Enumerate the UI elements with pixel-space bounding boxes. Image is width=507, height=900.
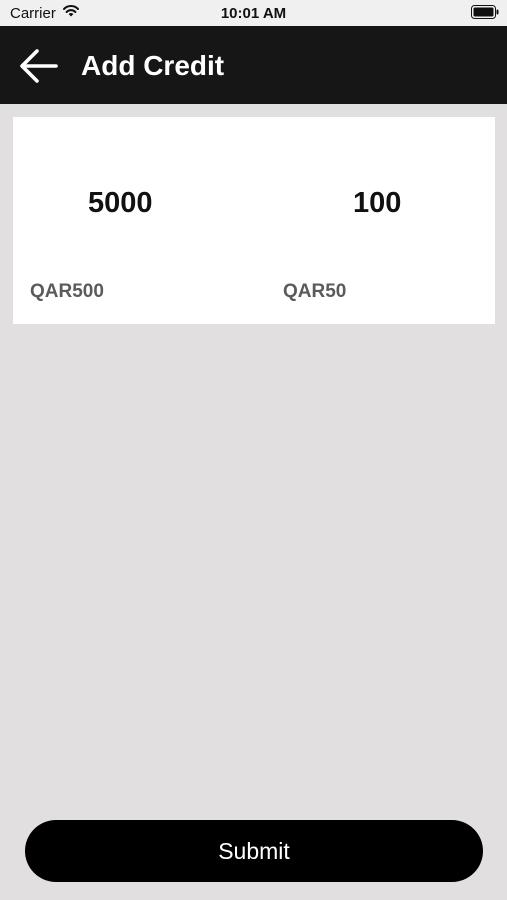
back-button[interactable] xyxy=(16,46,60,86)
package-price: QAR50 xyxy=(283,281,347,302)
credit-package-5000[interactable]: 5000 QAR500 xyxy=(13,117,254,324)
status-bar: Carrier 10:01 AM xyxy=(0,0,507,26)
credit-package-100[interactable]: 100 QAR50 xyxy=(254,117,495,324)
page-title: Add Credit xyxy=(81,50,225,81)
package-credits: 5000 xyxy=(88,187,153,219)
credit-packages: 5000 QAR500 100 QAR50 xyxy=(13,117,495,324)
arrow-left-icon xyxy=(20,49,58,83)
package-credits: 100 xyxy=(353,187,402,219)
package-price: QAR500 xyxy=(30,281,104,302)
battery-icon xyxy=(471,5,499,23)
nav-bar: Add Credit xyxy=(0,26,507,104)
submit-button[interactable]: Submit xyxy=(25,820,483,882)
status-time: 10:01 AM xyxy=(220,5,287,22)
